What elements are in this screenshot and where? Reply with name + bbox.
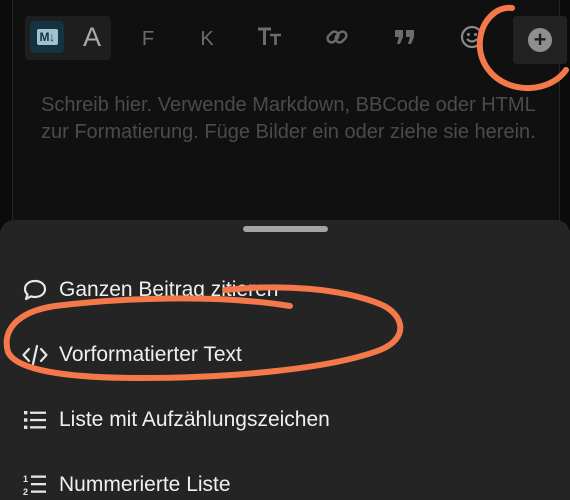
composer-editor[interactable]: M↓ A F K + Schreib hier. Verwende Markdo… bbox=[12, 0, 567, 240]
italic-button[interactable]: K bbox=[192, 16, 222, 62]
plus-circle-icon: + bbox=[528, 28, 552, 52]
svg-text:2: 2 bbox=[23, 487, 28, 497]
link-icon bbox=[325, 25, 349, 54]
menu-item-label: Nummerierte Liste bbox=[59, 473, 231, 496]
menu-item-bullet-list[interactable]: Liste mit Aufzählungszeichen bbox=[0, 392, 570, 448]
link-button[interactable] bbox=[321, 16, 353, 62]
quote-button[interactable] bbox=[389, 16, 421, 62]
italic-label: K bbox=[200, 27, 214, 50]
heading-icon bbox=[257, 27, 283, 52]
emoji-button[interactable] bbox=[456, 16, 488, 62]
editor-placeholder: Schreib hier. Verwende Markdown, BBCode … bbox=[41, 94, 536, 143]
menu-item-quote-post[interactable]: Ganzen Beitrag zitieren bbox=[0, 262, 570, 318]
markdown-badge-label: M↓ bbox=[36, 29, 58, 45]
screen: M↓ A F K + Schreib hier. Verwende Markdo… bbox=[0, 0, 570, 500]
svg-text:1: 1 bbox=[23, 474, 28, 484]
quote-icon bbox=[394, 28, 416, 51]
code-icon bbox=[22, 343, 48, 367]
rich-text-mode-icon[interactable]: A bbox=[78, 21, 106, 53]
formatting-toolbar: M↓ A F K + bbox=[25, 16, 567, 64]
heading-button[interactable] bbox=[254, 16, 286, 62]
editor-mode-toggle[interactable]: M↓ A bbox=[25, 16, 111, 60]
speech-bubble-icon bbox=[22, 278, 48, 302]
more-options-button[interactable]: + bbox=[513, 16, 567, 64]
menu-item-label: Liste mit Aufzählungszeichen bbox=[59, 408, 330, 431]
emoji-icon bbox=[460, 25, 484, 54]
markdown-mode-icon[interactable]: M↓ bbox=[30, 21, 64, 53]
numbered-list-icon: 1 2 bbox=[22, 473, 48, 497]
menu-item-label: Ganzen Beitrag zitieren bbox=[59, 278, 279, 301]
menu-item-numbered-list[interactable]: 1 2 Nummerierte Liste bbox=[0, 457, 570, 500]
bold-label: F bbox=[141, 27, 155, 50]
bold-button[interactable]: F bbox=[133, 16, 163, 62]
sheet-drag-handle[interactable] bbox=[243, 226, 328, 232]
menu-item-preformatted-text[interactable]: Vorformatierter Text bbox=[0, 327, 570, 383]
menu-item-label: Vorformatierter Text bbox=[59, 343, 242, 366]
bullet-list-icon bbox=[22, 408, 48, 432]
insert-options-sheet: Ganzen Beitrag zitieren Vorformatierter … bbox=[0, 220, 570, 500]
